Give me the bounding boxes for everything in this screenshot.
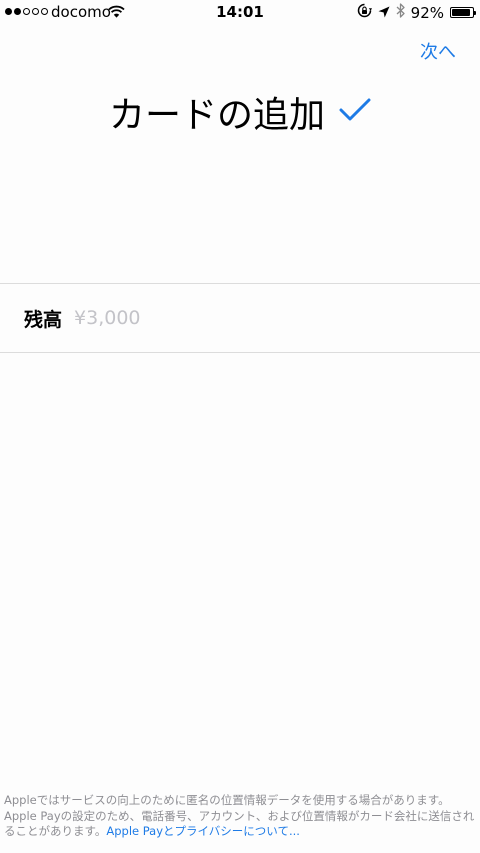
- balance-row[interactable]: 残高: [0, 284, 480, 352]
- battery-level-fill: [452, 9, 471, 16]
- title-area: カードの追加: [0, 86, 480, 138]
- status-bar: docomo 14:01 92%: [0, 0, 480, 26]
- status-right-group: 92%: [357, 3, 476, 22]
- battery-percent: 92%: [410, 3, 444, 22]
- balance-input[interactable]: [74, 307, 375, 329]
- bluetooth-icon: [396, 3, 405, 22]
- page-title: カードの追加: [108, 95, 325, 136]
- rotation-lock-icon: [357, 3, 372, 22]
- divider-bottom: [0, 352, 480, 353]
- checkmark-icon: [339, 98, 371, 126]
- battery-icon: [450, 7, 476, 18]
- privacy-footer: Appleではサービスの向上のために匿名の位置情報データを使用する場合があります…: [4, 793, 476, 840]
- balance-label: 残高: [24, 308, 63, 331]
- privacy-link[interactable]: Apple Payとプライバシーについて...: [106, 824, 300, 838]
- location-arrow-icon: [378, 4, 390, 22]
- next-button[interactable]: 次へ: [420, 38, 456, 64]
